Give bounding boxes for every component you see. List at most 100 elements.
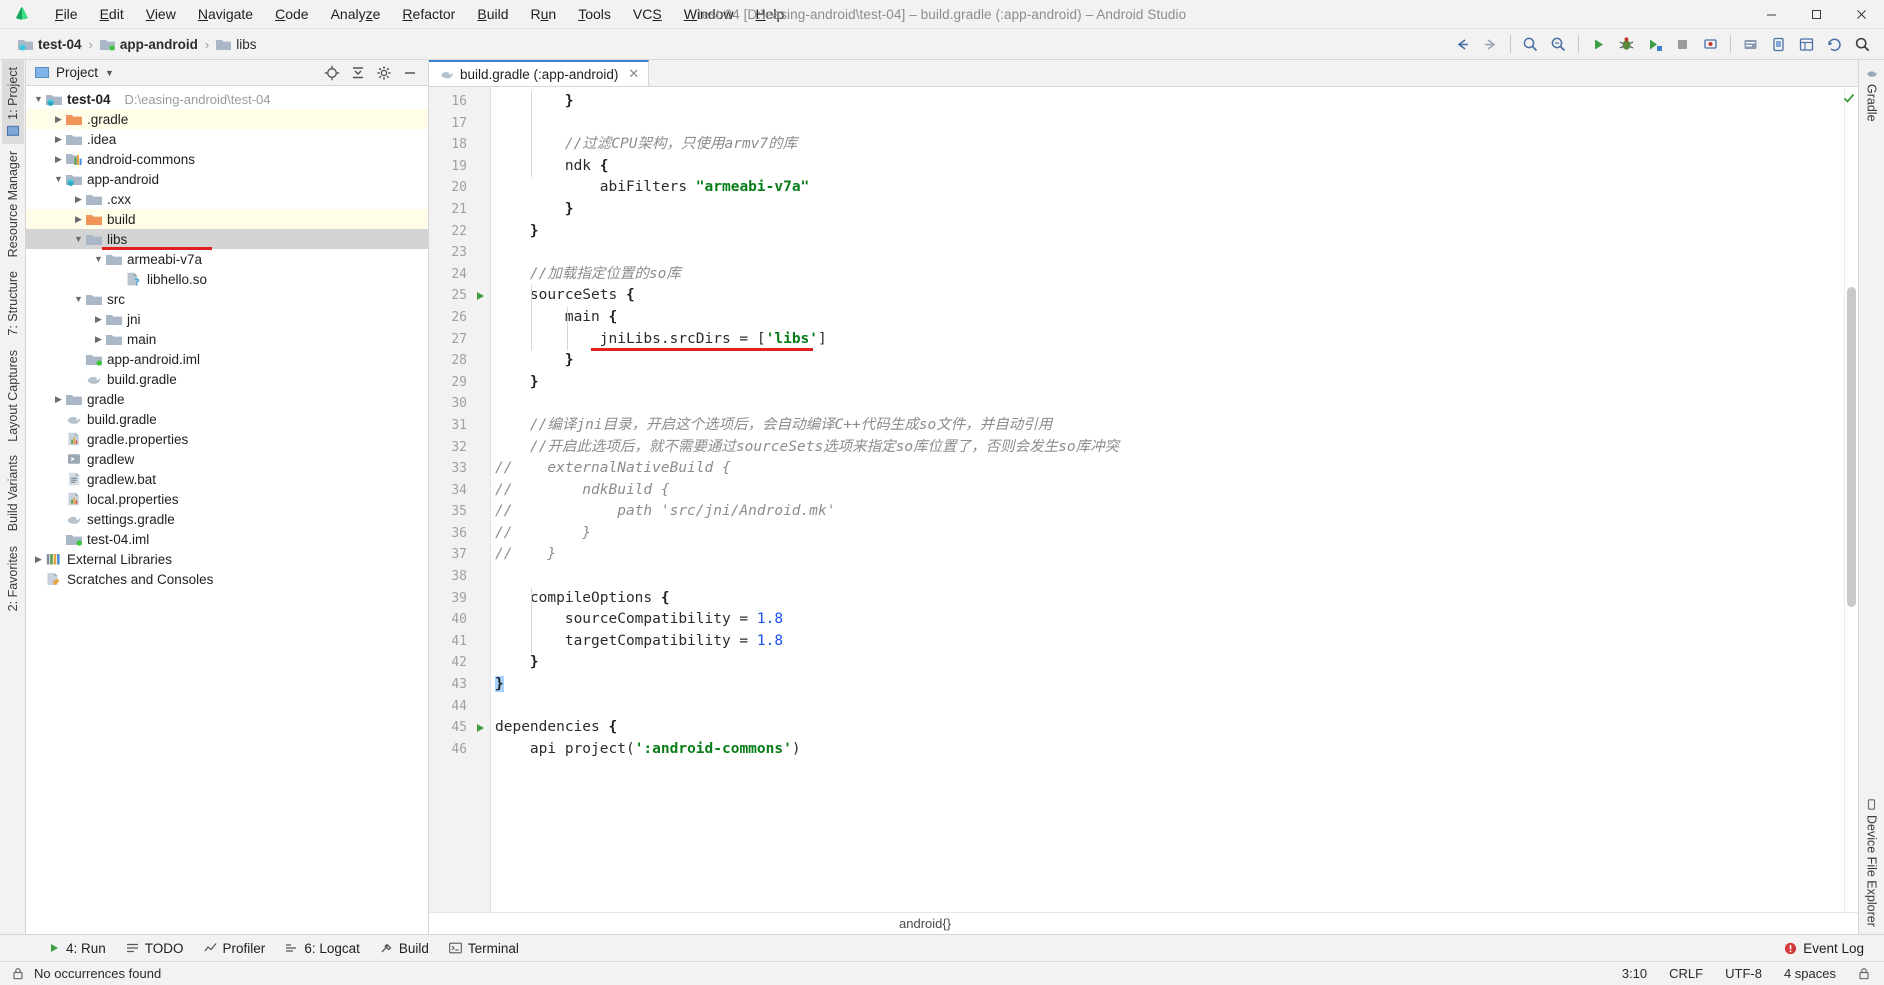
bottom-tool-terminal[interactable]: Terminal <box>439 938 529 959</box>
line-number-26[interactable]: 26 <box>429 307 490 329</box>
editor-tabs[interactable]: build.gradle (:app-android) ✕ <box>429 60 1858 87</box>
back-arrow-icon[interactable] <box>1449 31 1476 57</box>
chevron-down-icon[interactable]: ▼ <box>72 234 85 244</box>
line-separator[interactable]: CRLF <box>1669 966 1703 981</box>
search-everywhere-icon[interactable] <box>1517 31 1544 57</box>
tree-node-android-commons[interactable]: ▶ android-commons <box>26 149 428 169</box>
editor-scrollbar[interactable] <box>1843 87 1858 912</box>
inspection-ok-icon[interactable] <box>1843 92 1855 104</box>
collapse-all-icon[interactable] <box>346 62 370 84</box>
lock-icon[interactable] <box>12 967 24 980</box>
code-line-30[interactable] <box>491 393 1844 415</box>
code-line-38[interactable] <box>491 566 1844 588</box>
code-line-40[interactable]: sourceCompatibility = 1.8 <box>491 609 1844 631</box>
menu-refactor[interactable]: Refactor <box>391 3 466 25</box>
tree-node-app-android[interactable]: ▼ app-android <box>26 169 428 189</box>
sidebar-item-layout-captures[interactable]: Layout Captures <box>2 343 24 449</box>
tree-node-settings-gradle[interactable]: settings.gradle <box>26 509 428 529</box>
tree-node--idea[interactable]: ▶ .idea <box>26 129 428 149</box>
code-line-17[interactable] <box>491 113 1844 135</box>
minimize-button[interactable] <box>1749 0 1794 29</box>
indent-setting[interactable]: 4 spaces <box>1784 966 1836 981</box>
tree-node-test-04-iml[interactable]: test-04.iml <box>26 529 428 549</box>
chevron-right-icon[interactable]: ▶ <box>52 114 65 125</box>
tree-node-gradle[interactable]: ▶ gradle <box>26 389 428 409</box>
left-tool-rail[interactable]: 1: Project Resource Manager 7: Structure… <box>0 60 26 934</box>
line-number-37[interactable]: 37 <box>429 544 490 566</box>
chevron-down-icon[interactable]: ▼ <box>92 254 105 264</box>
tree-node-gradlew[interactable]: gradlew <box>26 449 428 469</box>
sidebar-item-resource-manager[interactable]: Resource Manager <box>2 144 24 264</box>
code-line-42[interactable]: } <box>491 652 1844 674</box>
line-number-27[interactable]: 27 <box>429 329 490 351</box>
chevron-down-icon[interactable]: ▼ <box>105 68 114 78</box>
code-line-25[interactable]: sourceSets { <box>491 285 1844 307</box>
tree-node--cxx[interactable]: ▶ .cxx <box>26 189 428 209</box>
menu-navigate[interactable]: Navigate <box>187 3 264 25</box>
breadcrumb-item-project[interactable]: test-04 <box>14 36 86 53</box>
line-number-35[interactable]: 35 <box>429 501 490 523</box>
menu-window[interactable]: Window <box>673 3 745 25</box>
close-button[interactable] <box>1839 0 1884 29</box>
code-line-22[interactable]: } <box>491 221 1844 243</box>
bottom-tool-run[interactable]: 4: Run <box>38 938 116 959</box>
line-number-29[interactable]: 29 <box>429 372 490 394</box>
line-number-39[interactable]: 39 <box>429 588 490 610</box>
line-number-20[interactable]: 20 <box>429 177 490 199</box>
run-coverage-icon[interactable] <box>1641 31 1668 57</box>
run-gutter-icon[interactable] <box>476 723 485 733</box>
line-number-17[interactable]: 17 <box>429 113 490 135</box>
sidebar-item-structure[interactable]: 7: Structure <box>2 264 24 343</box>
sidebar-item-favorites[interactable]: 2: Favorites <box>2 539 24 618</box>
breadcrumb-item-module[interactable]: app-android <box>96 36 202 53</box>
line-number-22[interactable]: 22 <box>429 221 490 243</box>
line-number-24[interactable]: 24 <box>429 264 490 286</box>
menu-tools[interactable]: Tools <box>567 3 622 25</box>
project-panel-actions[interactable] <box>320 62 428 84</box>
tree-node-build-gradle[interactable]: build.gradle <box>26 409 428 429</box>
code-line-39[interactable]: compileOptions { <box>491 588 1844 610</box>
project-tree[interactable]: ▼ test-04 D:\easing-android\test-04 ▶ .gradl… <box>26 86 428 934</box>
chevron-right-icon[interactable]: ▶ <box>92 314 105 325</box>
tree-node-local-properties[interactable]: local.properties <box>26 489 428 509</box>
main-toolbar[interactable] <box>1449 31 1884 57</box>
code-line-32[interactable]: //开启此选项后，就不需要通过sourceSets选项来指定so库位置了，否则会… <box>491 437 1844 459</box>
debug-icon[interactable] <box>1613 31 1640 57</box>
stop-icon[interactable] <box>1669 31 1696 57</box>
line-number-46[interactable]: 46 <box>429 739 490 761</box>
menu-analyze[interactable]: Analyze <box>320 3 392 25</box>
line-number-16[interactable]: 16 <box>429 91 490 113</box>
tree-node-libs[interactable]: ▼ libs <box>26 229 428 250</box>
chevron-down-icon[interactable]: ▼ <box>72 294 85 304</box>
sidebar-item-device-file-explorer[interactable]: Device File Explorer <box>1861 792 1883 934</box>
line-number-41[interactable]: 41 <box>429 631 490 653</box>
tree-node-libhello-so[interactable]: ? libhello.so <box>26 269 428 289</box>
chevron-right-icon[interactable]: ▶ <box>32 554 45 565</box>
tree-node-external-libraries[interactable]: ▶ External Libraries <box>26 549 428 569</box>
right-tool-rail[interactable]: Gradle Device File Explorer <box>1858 60 1884 934</box>
line-number-30[interactable]: 30 <box>429 393 490 415</box>
code-line-26[interactable]: main { <box>491 307 1844 329</box>
line-number-25[interactable]: 25 <box>429 285 490 307</box>
editor-breadcrumb[interactable]: android{} <box>429 912 1858 934</box>
bottom-tool-todo[interactable]: TODO <box>116 938 194 959</box>
line-number-21[interactable]: 21 <box>429 199 490 221</box>
file-encoding[interactable]: UTF-8 <box>1725 966 1762 981</box>
maximize-button[interactable] <box>1794 0 1839 29</box>
chevron-down-icon[interactable]: ▼ <box>52 174 65 184</box>
code-line-33[interactable]: // externalNativeBuild { <box>491 458 1844 480</box>
menu-help[interactable]: Help <box>745 3 796 25</box>
chevron-right-icon[interactable]: ▶ <box>52 394 65 405</box>
breadcrumb-item-folder[interactable]: libs <box>212 36 260 53</box>
line-number-32[interactable]: 32 <box>429 437 490 459</box>
settings-gear-icon[interactable] <box>372 62 396 84</box>
hide-icon[interactable] <box>398 62 422 84</box>
line-number-33[interactable]: 33 <box>429 458 490 480</box>
code-line-35[interactable]: // path 'src/jni/Android.mk' <box>491 501 1844 523</box>
tree-node-jni[interactable]: ▶ jni <box>26 309 428 329</box>
chevron-down-icon[interactable]: ▼ <box>32 94 45 104</box>
avd-manager-icon[interactable] <box>1765 31 1792 57</box>
tree-node-armeabi-v7a[interactable]: ▼ armeabi-v7a <box>26 249 428 269</box>
caret-position[interactable]: 3:10 <box>1622 966 1647 981</box>
sdk-manager-icon[interactable] <box>1737 31 1764 57</box>
